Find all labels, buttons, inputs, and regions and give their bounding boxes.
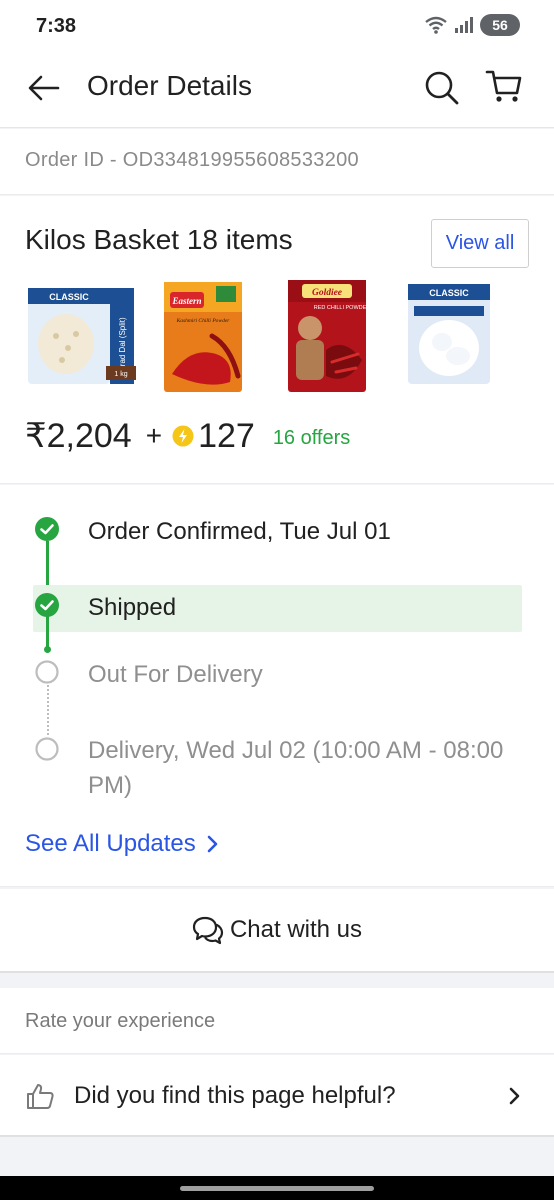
order-id: Order ID - OD334819955608533200 — [25, 149, 359, 171]
home-gesture-handle[interactable] — [180, 1186, 374, 1191]
order-price: ₹2,204 — [25, 417, 132, 455]
helpful-question: Did you find this page helpful? — [74, 1082, 396, 1109]
pending-step-icon — [35, 737, 59, 761]
status-icons: 56 — [424, 14, 520, 36]
product-thumbnail[interactable]: Eastern Kashmiri Chilli Powder — [150, 276, 270, 396]
tracking-step-label: Order Confirmed, Tue Jul 01 — [88, 518, 391, 545]
rate-label: Rate your experience — [25, 1010, 216, 1032]
coin-icon — [172, 425, 194, 447]
chat-label: Chat with us — [229, 916, 363, 943]
battery-indicator: 56 — [480, 14, 520, 36]
view-all-button[interactable]: View all — [431, 219, 529, 268]
progress-line — [46, 541, 49, 585]
progress-line — [46, 615, 49, 649]
tracking-section: Order Confirmed, Tue Jul 01 Shipped Out … — [0, 485, 554, 887]
helpful-feedback-row[interactable]: Did you find this page helpful? — [0, 1055, 554, 1137]
product-name: Kashmiri Chilli Powder — [176, 318, 231, 324]
rate-section: Rate your experience — [0, 988, 554, 1054]
chevron-right-icon — [207, 835, 218, 853]
see-all-updates-link[interactable]: See All Updates — [25, 830, 220, 858]
check-icon — [35, 593, 59, 617]
pending-step-icon — [35, 660, 59, 684]
wifi-icon — [425, 16, 447, 34]
product-thumbnail[interactable]: CLASSIC Urad Dal (Split) 1 kg — [20, 276, 140, 396]
back-arrow-icon[interactable] — [26, 70, 62, 106]
order-id-section: Order ID - OD334819955608533200 — [0, 129, 554, 195]
product-name: RED CHILLI POWDER — [314, 305, 371, 311]
search-icon[interactable] — [422, 68, 462, 108]
product-thumbnail[interactable]: Goldiee RED CHILLI POWDER — [282, 276, 402, 396]
chat-icon — [192, 916, 224, 945]
pending-line — [47, 685, 49, 735]
product-brand: Goldiee — [312, 288, 343, 298]
product-pack-size: 1 kg — [114, 371, 127, 378]
product-thumbnails: CLASSIC Urad Dal (Split) 1 kg Eastern Ka… — [20, 276, 540, 396]
see-all-updates-label: See All Updates — [25, 830, 196, 857]
basket-section: Kilos Basket 18 items View all CLASSIC U… — [0, 196, 554, 484]
tracking-step-label: Delivery, Wed Jul 02 (10:00 AM - 08:00 P… — [88, 737, 504, 799]
signal-icon — [455, 17, 473, 33]
product-brand: Eastern — [171, 296, 201, 306]
product-brand: CLASSIC — [49, 292, 89, 302]
system-nav-bar — [0, 1176, 554, 1200]
page-title: Order Details — [87, 70, 252, 101]
chevron-right-icon — [509, 1087, 520, 1105]
status-bar: 7:38 56 — [0, 0, 554, 52]
plus-sign: + — [145, 420, 163, 451]
app-bar: Order Details — [0, 52, 554, 128]
tracking-step-label: Shipped — [88, 594, 177, 621]
offers-link[interactable]: 16 offers — [273, 427, 350, 450]
price-row: ₹2,204 + 127 16 offers — [25, 414, 350, 458]
thumbs-up-icon — [27, 1084, 54, 1109]
product-name: Urad Dal (Split) — [118, 317, 127, 372]
product-brand: CLASSIC — [429, 288, 469, 298]
cart-icon[interactable] — [484, 66, 524, 106]
chat-with-us-button[interactable]: Chat with us — [0, 889, 554, 973]
status-time: 7:38 — [36, 15, 77, 37]
basket-title: Kilos Basket 18 items — [25, 224, 293, 255]
tracking-step-label: Out For Delivery — [88, 661, 263, 688]
product-thumbnail[interactable]: CLASSIC — [404, 276, 524, 396]
check-icon — [35, 517, 59, 541]
progress-line-end — [44, 646, 51, 653]
coin-count: 127 — [198, 416, 255, 455]
